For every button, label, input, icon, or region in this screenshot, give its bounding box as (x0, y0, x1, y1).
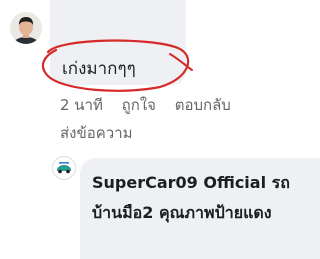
comment-timestamp: 2 นาที (60, 96, 103, 114)
page-avatar[interactable] (52, 156, 76, 180)
reply-author[interactable]: SuperCar09 Official (92, 173, 266, 192)
send-message-button[interactable]: ส่งข้อความ (60, 121, 133, 145)
comment-actions: 2 นาที ถูกใจ ตอบกลับ (60, 93, 245, 117)
supercar-logo-icon (53, 157, 75, 179)
commenter-avatar[interactable] (10, 12, 42, 44)
like-button[interactable]: ถูกใจ (122, 96, 156, 114)
comment-text: เก่งมากๆๆ (62, 59, 136, 79)
reply-content: SuperCar09 Official รถบ้านมือ2 คุณภาพป้า… (92, 168, 318, 228)
reply-button[interactable]: ตอบกลับ (175, 96, 231, 114)
commenter-photo (10, 12, 42, 44)
